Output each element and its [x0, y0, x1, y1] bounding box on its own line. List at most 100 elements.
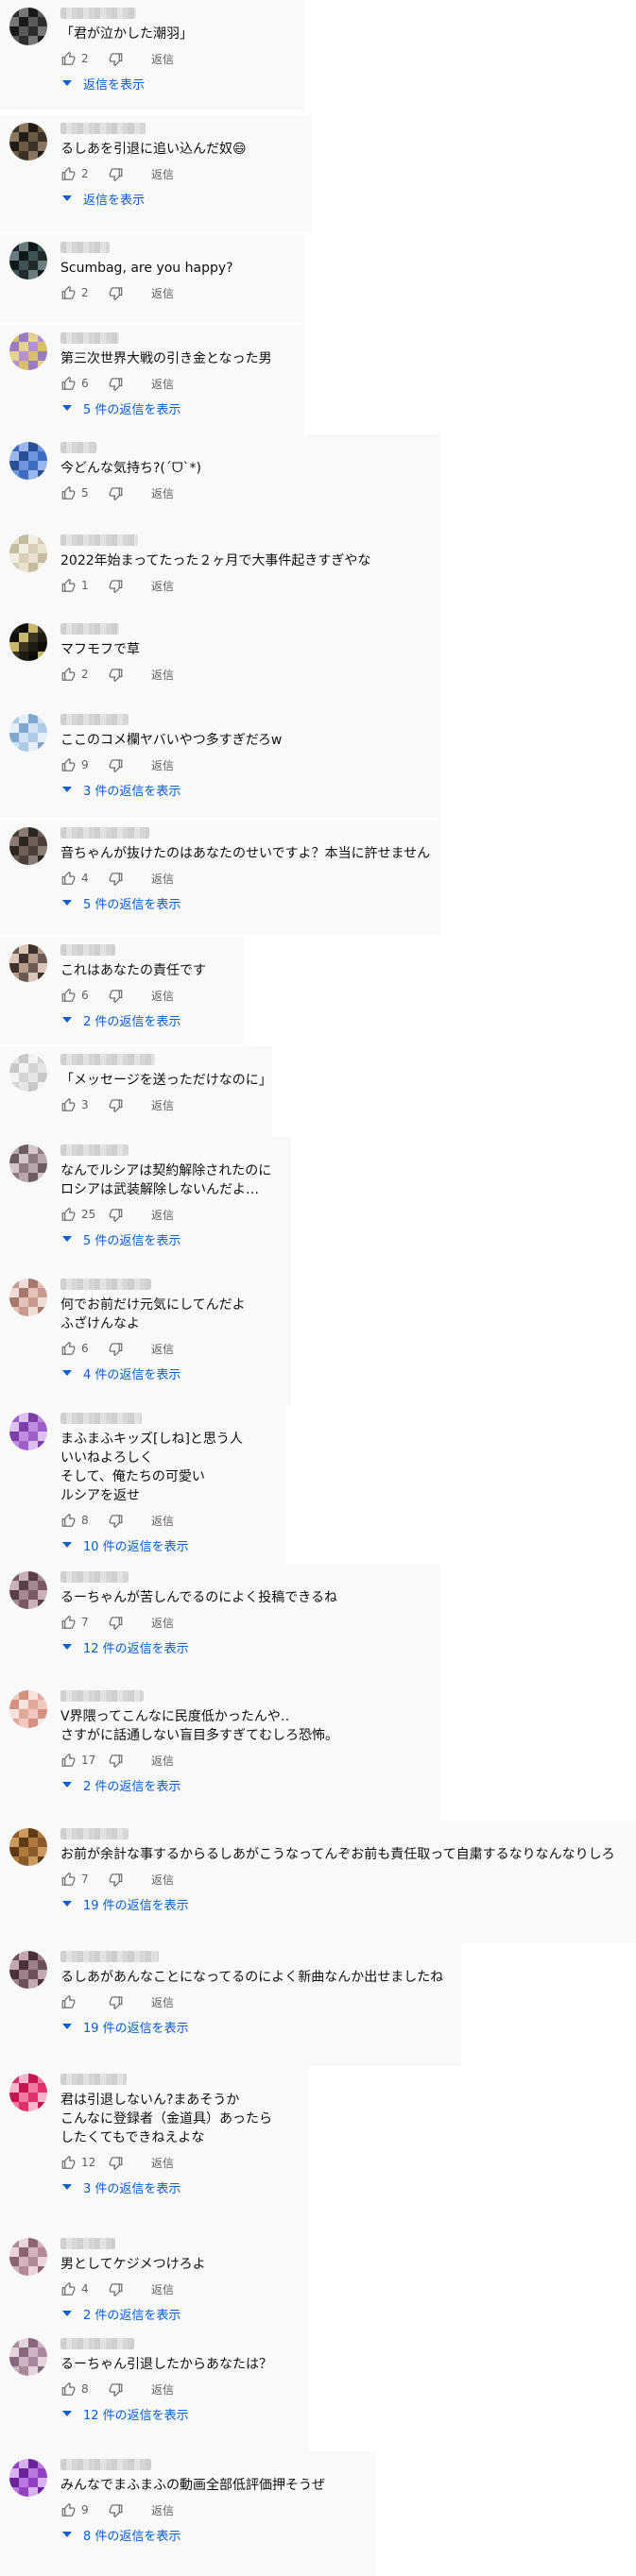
- author-name-blurred[interactable]: [60, 714, 129, 725]
- avatar[interactable]: [9, 1413, 47, 1450]
- author-name-blurred[interactable]: [60, 2238, 115, 2249]
- author-name-blurred[interactable]: [60, 123, 146, 134]
- thumb-up-icon[interactable]: [60, 988, 76, 1003]
- avatar[interactable]: [9, 2338, 47, 2376]
- author-name-blurred[interactable]: [60, 1144, 129, 1156]
- reply-button[interactable]: 返信: [151, 1994, 174, 2010]
- avatar[interactable]: [9, 2074, 47, 2111]
- reply-button[interactable]: 返信: [151, 1872, 174, 1888]
- avatar[interactable]: [9, 2238, 47, 2276]
- show-replies-button[interactable]: 返信を表示: [60, 74, 145, 93]
- thumb-down-icon[interactable]: [108, 871, 123, 886]
- thumb-down-icon[interactable]: [108, 988, 123, 1003]
- thumb-down-icon[interactable]: [108, 1341, 123, 1356]
- show-replies-button[interactable]: 2 件の返信を表示: [60, 2304, 180, 2323]
- show-replies-button[interactable]: 12 件の返信を表示: [60, 2404, 189, 2423]
- author-name-blurred[interactable]: [60, 1951, 159, 1962]
- thumb-down-icon[interactable]: [108, 1615, 123, 1630]
- reply-button[interactable]: 返信: [151, 1207, 174, 1223]
- thumb-up-icon[interactable]: [60, 871, 76, 886]
- reply-button[interactable]: 返信: [151, 1753, 174, 1769]
- show-replies-button[interactable]: 返信を表示: [60, 189, 145, 208]
- author-name-blurred[interactable]: [60, 944, 115, 956]
- author-name-blurred[interactable]: [60, 8, 136, 19]
- show-replies-button[interactable]: 2 件の返信を表示: [60, 1775, 180, 1794]
- thumb-down-icon[interactable]: [108, 376, 123, 391]
- avatar[interactable]: [9, 442, 47, 480]
- thumb-up-icon[interactable]: [60, 1615, 76, 1630]
- author-name-blurred[interactable]: [60, 2459, 151, 2470]
- show-replies-button[interactable]: 5 件の返信を表示: [60, 398, 180, 417]
- show-replies-button[interactable]: 3 件の返信を表示: [60, 2178, 180, 2196]
- thumb-down-icon[interactable]: [108, 1753, 123, 1768]
- reply-button[interactable]: 返信: [151, 166, 174, 182]
- thumb-up-icon[interactable]: [60, 2502, 76, 2517]
- thumb-up-icon[interactable]: [60, 285, 76, 300]
- author-name-blurred[interactable]: [60, 242, 110, 253]
- avatar[interactable]: [9, 1951, 47, 1989]
- thumb-down-icon[interactable]: [108, 2281, 123, 2296]
- author-name-blurred[interactable]: [60, 332, 119, 344]
- avatar[interactable]: [9, 1054, 47, 1092]
- author-name-blurred[interactable]: [60, 534, 138, 546]
- avatar[interactable]: [9, 1828, 47, 1866]
- thumb-up-icon[interactable]: [60, 578, 76, 593]
- thumb-up-icon[interactable]: [60, 757, 76, 772]
- author-name-blurred[interactable]: [60, 2074, 127, 2085]
- reply-button[interactable]: 返信: [151, 1341, 174, 1357]
- thumb-up-icon[interactable]: [60, 1753, 76, 1768]
- thumb-down-icon[interactable]: [108, 166, 123, 181]
- thumb-down-icon[interactable]: [108, 51, 123, 66]
- avatar[interactable]: [9, 1690, 47, 1728]
- thumb-up-icon[interactable]: [60, 2381, 76, 2397]
- thumb-down-icon[interactable]: [108, 1207, 123, 1222]
- author-name-blurred[interactable]: [60, 623, 119, 635]
- thumb-up-icon[interactable]: [60, 1994, 76, 2009]
- thumb-up-icon[interactable]: [60, 376, 76, 391]
- avatar[interactable]: [9, 2459, 47, 2497]
- avatar[interactable]: [9, 1144, 47, 1182]
- show-replies-button[interactable]: 10 件の返信を表示: [60, 1535, 189, 1554]
- author-name-blurred[interactable]: [60, 2338, 134, 2349]
- avatar[interactable]: [9, 827, 47, 865]
- show-replies-button[interactable]: 8 件の返信を表示: [60, 2525, 180, 2544]
- avatar[interactable]: [9, 332, 47, 370]
- thumb-up-icon[interactable]: [60, 1513, 76, 1528]
- reply-button[interactable]: 返信: [151, 485, 174, 501]
- avatar[interactable]: [9, 8, 47, 45]
- reply-button[interactable]: 返信: [151, 51, 174, 67]
- author-name-blurred[interactable]: [60, 442, 96, 453]
- reply-button[interactable]: 返信: [151, 871, 174, 887]
- thumb-up-icon[interactable]: [60, 2155, 76, 2170]
- author-name-blurred[interactable]: [60, 1054, 155, 1065]
- avatar[interactable]: [9, 242, 47, 280]
- thumb-up-icon[interactable]: [60, 2281, 76, 2296]
- thumb-down-icon[interactable]: [108, 2381, 123, 2397]
- avatar[interactable]: [9, 714, 47, 752]
- thumb-down-icon[interactable]: [108, 1097, 123, 1112]
- avatar[interactable]: [9, 534, 47, 572]
- avatar[interactable]: [9, 623, 47, 661]
- reply-button[interactable]: 返信: [151, 1615, 174, 1631]
- author-name-blurred[interactable]: [60, 1690, 144, 1702]
- author-name-blurred[interactable]: [60, 827, 149, 839]
- reply-button[interactable]: 返信: [151, 988, 174, 1004]
- thumb-down-icon[interactable]: [108, 2155, 123, 2170]
- author-name-blurred[interactable]: [60, 1828, 129, 1839]
- reply-button[interactable]: 返信: [151, 1513, 174, 1529]
- show-replies-button[interactable]: 4 件の返信を表示: [60, 1364, 180, 1382]
- show-replies-button[interactable]: 12 件の返信を表示: [60, 1637, 189, 1656]
- thumb-down-icon[interactable]: [108, 285, 123, 300]
- reply-button[interactable]: 返信: [151, 578, 174, 594]
- author-name-blurred[interactable]: [60, 1279, 151, 1290]
- thumb-down-icon[interactable]: [108, 485, 123, 500]
- author-name-blurred[interactable]: [60, 1413, 142, 1424]
- show-replies-button[interactable]: 2 件の返信を表示: [60, 1010, 180, 1029]
- avatar[interactable]: [9, 944, 47, 982]
- reply-button[interactable]: 返信: [151, 667, 174, 683]
- reply-button[interactable]: 返信: [151, 1097, 174, 1113]
- thumb-up-icon[interactable]: [60, 485, 76, 500]
- show-replies-button[interactable]: 3 件の返信を表示: [60, 780, 180, 799]
- reply-button[interactable]: 返信: [151, 376, 174, 392]
- thumb-up-icon[interactable]: [60, 1097, 76, 1112]
